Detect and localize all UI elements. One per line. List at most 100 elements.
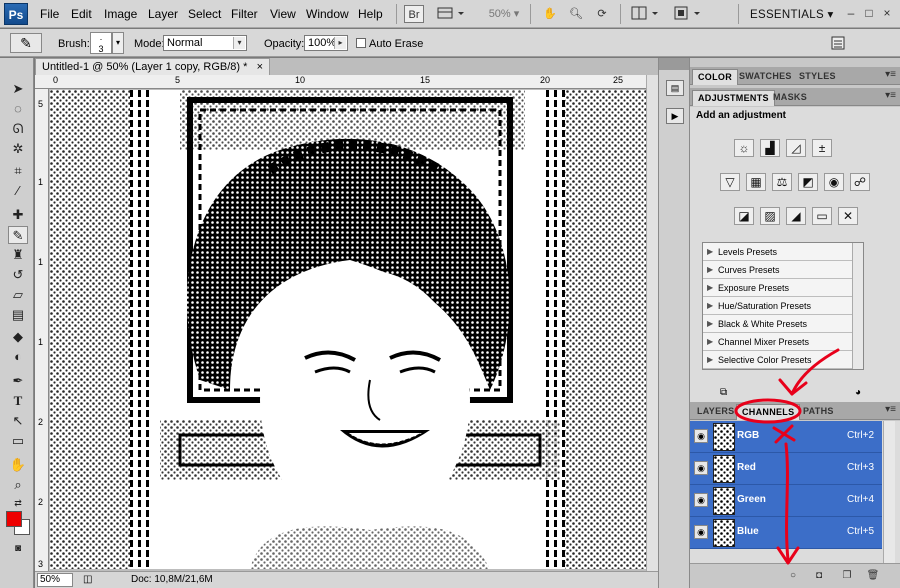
dock-header[interactable] — [659, 58, 689, 70]
photo-filter-icon[interactable]: ◉ — [824, 173, 844, 191]
list-item[interactable]: ▶ Hue/Saturation Presets — [703, 297, 853, 315]
brightness-contrast-icon[interactable]: ☼ — [734, 139, 754, 157]
panel-menu-icon[interactable]: ▾≡ — [885, 404, 896, 415]
zoom-tool-icon[interactable]: ⌕ — [8, 476, 28, 494]
tab-adjustments[interactable]: ADJUSTMENTS — [692, 90, 775, 106]
brush-tool-icon[interactable]: ✎ — [8, 226, 28, 244]
channels-scrollbar[interactable] — [883, 421, 895, 563]
new-channel-icon[interactable]: ❐ — [840, 569, 854, 583]
healing-brush-tool-icon[interactable]: ✚ — [8, 206, 28, 224]
shape-tool-icon[interactable]: ▭ — [8, 432, 28, 450]
brush-picker-arrow[interactable]: ▾ — [112, 32, 124, 54]
hand-tool-button[interactable]: ✋ — [540, 5, 560, 23]
history-panel-icon[interactable]: ▤ — [666, 80, 684, 96]
levels-icon[interactable]: ▟ — [760, 139, 780, 157]
eraser-tool-icon[interactable]: ▱ — [8, 286, 28, 304]
tab-color[interactable]: COLOR — [692, 69, 738, 85]
history-brush-tool-icon[interactable]: ↺ — [8, 266, 28, 284]
menu-edit[interactable]: Edit — [71, 7, 92, 21]
vibrance-icon[interactable]: ▽ — [720, 173, 740, 191]
mode-dropdown[interactable]: Normal ▾ — [163, 35, 247, 51]
minimize-button[interactable]: – — [843, 5, 859, 21]
arrange-documents-button[interactable] — [630, 5, 662, 23]
tab-channels[interactable]: CHANNELS — [736, 404, 801, 420]
canvas[interactable] — [50, 90, 647, 569]
curves-icon[interactable]: ◿ — [786, 139, 806, 157]
bridge-button[interactable]: Br — [404, 5, 424, 23]
tab-swatches[interactable]: SWATCHES — [734, 69, 797, 85]
gradient-map-icon[interactable]: ▭ — [812, 207, 832, 225]
tool-preset-picker[interactable]: ✎ — [10, 33, 42, 53]
menu-help[interactable]: Help — [358, 7, 383, 21]
table-row[interactable]: ◉ RGB Ctrl+2 — [690, 421, 882, 453]
canvas-scrollbar[interactable] — [646, 75, 658, 571]
close-tab-icon[interactable]: × — [257, 59, 263, 75]
black-white-icon[interactable]: ◩ — [798, 173, 818, 191]
panel-menu-icon[interactable]: ▾≡ — [885, 90, 896, 101]
posterize-icon[interactable]: ▨ — [760, 207, 780, 225]
menu-file[interactable]: File — [40, 7, 59, 21]
zoom-level-dropdown[interactable]: 50% ▾ — [484, 5, 524, 23]
tab-paths[interactable]: PATHS — [798, 404, 839, 420]
crop-tool-icon[interactable]: ⌗ — [8, 162, 28, 180]
move-tool-icon[interactable]: ➤ — [8, 80, 28, 98]
view-extras-button[interactable] — [436, 5, 466, 23]
selective-color-icon[interactable]: ✕ — [838, 207, 858, 225]
eyedropper-tool-icon[interactable]: ⁄ — [8, 182, 28, 200]
clone-stamp-tool-icon[interactable]: ♜ — [8, 246, 28, 264]
table-row[interactable]: ◉ Green Ctrl+4 — [690, 485, 882, 517]
list-item[interactable]: ▶ Channel Mixer Presets — [703, 333, 853, 351]
quick-mask-icon[interactable]: ◙ — [8, 540, 28, 558]
rotate-view-button[interactable]: ⟳ — [592, 5, 612, 23]
magic-wand-tool-icon[interactable]: ✲ — [8, 140, 28, 158]
list-item[interactable]: ▶ Exposure Presets — [703, 279, 853, 297]
list-item[interactable]: ▶ Selective Color Presets — [703, 351, 853, 369]
zoom-tool-button[interactable]: 🔍︎ — [566, 5, 586, 23]
workspace-switcher[interactable]: ESSENTIALS ▾ — [750, 7, 834, 21]
panel-menu-icon[interactable]: ▾≡ — [885, 69, 896, 80]
load-selection-icon[interactable]: ○ — [786, 569, 800, 583]
hand-tool-icon[interactable]: ✋ — [8, 456, 28, 474]
menu-select[interactable]: Select — [188, 7, 221, 21]
visibility-eye-icon[interactable]: ◉ — [694, 525, 708, 539]
list-item[interactable]: ▶ Curves Presets — [703, 261, 853, 279]
threshold-icon[interactable]: ◢ — [786, 207, 806, 225]
actions-panel-icon[interactable]: ▶ — [666, 108, 684, 124]
swap-colors-icon[interactable]: ⇄ — [8, 494, 28, 512]
auto-erase-checkbox[interactable] — [356, 38, 366, 48]
table-row[interactable]: ◉ Blue Ctrl+5 — [690, 517, 882, 549]
type-tool-icon[interactable]: T — [8, 392, 28, 410]
screen-mode-button[interactable] — [672, 5, 704, 23]
adjustment-clip-icon[interactable]: ◕ — [855, 387, 861, 398]
channel-mixer-icon[interactable]: ☍ — [850, 173, 870, 191]
list-item[interactable]: ▶ Levels Presets — [703, 243, 853, 261]
menu-window[interactable]: Window — [306, 7, 349, 21]
tab-styles[interactable]: STYLES — [794, 69, 841, 85]
gradient-tool-icon[interactable]: ▤ — [8, 306, 28, 324]
visibility-eye-icon[interactable]: ◉ — [694, 429, 708, 443]
close-button[interactable]: × — [879, 5, 895, 21]
lasso-tool-icon[interactable]: ᘏ — [8, 120, 28, 138]
menu-filter[interactable]: Filter — [231, 7, 258, 21]
presets-scrollbar[interactable] — [852, 243, 863, 369]
table-row[interactable]: ◉ Red Ctrl+3 — [690, 453, 882, 485]
tab-masks[interactable]: MASKS — [768, 90, 812, 106]
opacity-field[interactable]: 100% ▸ — [304, 35, 348, 51]
menu-layer[interactable]: Layer — [148, 7, 178, 21]
marquee-tool-icon[interactable]: ◌ — [8, 100, 28, 118]
blur-tool-icon[interactable]: ◆ — [8, 328, 28, 346]
dodge-tool-icon[interactable]: ◐ — [8, 348, 28, 366]
panel-toggle-button[interactable] — [830, 35, 846, 51]
list-item[interactable]: ▶ Black & White Presets — [703, 315, 853, 333]
menu-image[interactable]: Image — [104, 7, 137, 21]
status-info-icon[interactable]: ◫ — [83, 572, 92, 588]
visibility-eye-icon[interactable]: ◉ — [694, 493, 708, 507]
path-selection-tool-icon[interactable]: ↖ — [8, 412, 28, 430]
visibility-eye-icon[interactable]: ◉ — [694, 461, 708, 475]
save-selection-icon[interactable]: ◘ — [812, 569, 826, 583]
menu-view[interactable]: View — [270, 7, 296, 21]
invert-icon[interactable]: ◪ — [734, 207, 754, 225]
tab-layers[interactable]: LAYERS — [692, 404, 739, 420]
hue-saturation-icon[interactable]: ▦ — [746, 173, 766, 191]
pen-tool-icon[interactable]: ✒ — [8, 372, 28, 390]
